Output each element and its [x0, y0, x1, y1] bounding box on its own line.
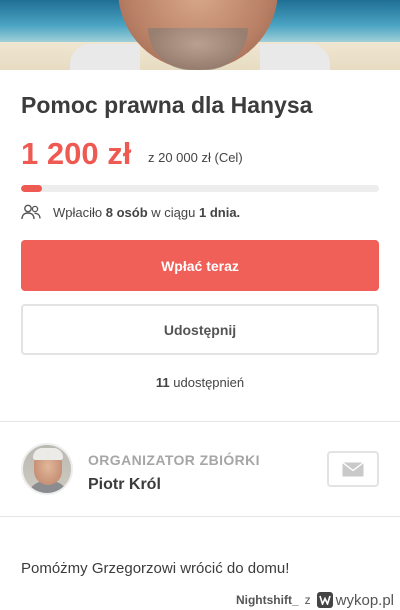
wykop-logo-icon	[316, 592, 333, 608]
wykop-logo: wykop.pl	[316, 591, 394, 609]
people-icon	[21, 204, 41, 220]
organizer-name[interactable]: Piotr Król	[88, 476, 161, 494]
section-divider	[0, 421, 400, 422]
pay-now-button[interactable]: Wpłać teraz	[21, 240, 379, 291]
funding-progress-bar	[21, 185, 379, 192]
share-button[interactable]: Udostępnij	[21, 304, 379, 355]
donors-summary: Wpłaciło 8 osób w ciągu 1 dnia.	[21, 203, 240, 221]
campaign-cover-image	[0, 0, 400, 70]
donors-days: 1 dnia.	[198, 204, 241, 220]
organizer-label: ORGANIZATOR ZBIÓRKI	[88, 452, 260, 468]
watermark-separator: z	[304, 593, 311, 607]
campaign-title: Pomoc prawna dla Hanysa	[21, 92, 313, 118]
shares-number: 11	[155, 375, 170, 390]
donors-middle: w ciągu	[151, 204, 196, 220]
donors-count: 8 osób	[105, 204, 148, 220]
wykop-logo-text: wykop.pl	[335, 591, 394, 609]
shares-count: 11 udostępnień	[0, 375, 400, 390]
section-divider	[0, 516, 400, 517]
shares-label: udostępnień	[173, 375, 245, 390]
watermark: Nightshift_ z wykop.pl	[236, 590, 394, 610]
donors-prefix: Wpłaciło	[53, 204, 103, 220]
campaign-description: Pomóżmy Grzegorzowi wrócić do domu!	[21, 560, 290, 577]
funding-progress-fill	[21, 185, 43, 192]
envelope-icon	[342, 461, 364, 476]
raised-amount: 1 200 zł	[21, 136, 132, 171]
organizer-avatar[interactable]	[21, 443, 73, 495]
goal-amount: z 20 000 zł (Cel)	[148, 150, 243, 165]
message-organizer-button[interactable]	[327, 451, 379, 487]
watermark-user: Nightshift_	[235, 593, 299, 607]
